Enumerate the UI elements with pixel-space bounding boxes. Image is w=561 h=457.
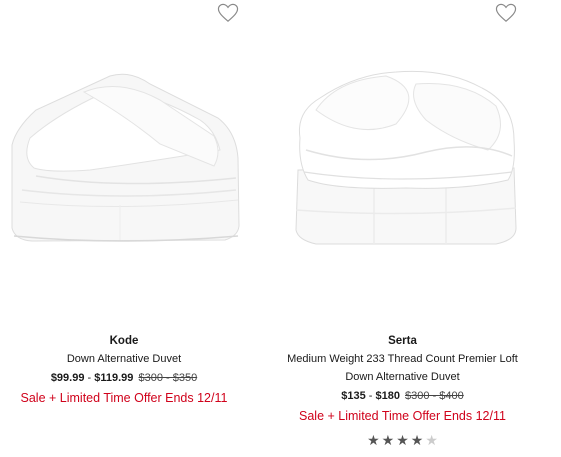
product-grid: Kode Down Alternative Duvet $99.99 - $11… — [0, 0, 561, 457]
product-title-line1[interactable]: Medium Weight 233 Thread Count Premier L… — [276, 350, 529, 368]
duvet-image-serta — [295, 70, 517, 245]
star-icon: ★ — [381, 432, 395, 448]
promo-text: Sale + Limited Time Offer Ends 12/11 — [20, 391, 228, 405]
sale-price-low: $135 — [341, 390, 366, 402]
product-brand[interactable]: Kode — [0, 333, 248, 350]
product-title-line2[interactable]: Down Alternative Duvet — [276, 368, 529, 386]
sale-price-high: $180 — [375, 390, 400, 402]
product-image[interactable] — [276, 40, 529, 280]
duvet-image-kode — [11, 73, 240, 242]
favorite-heart-icon[interactable] — [217, 3, 239, 23]
product-card-kode[interactable]: Kode Down Alternative Duvet $99.99 - $11… — [0, 0, 248, 457]
star-icon: ★ — [410, 432, 424, 448]
sale-price-low: $99.99 — [50, 372, 85, 384]
original-price: $300 - $350 — [138, 372, 198, 384]
product-title[interactable]: Down Alternative Duvet — [0, 350, 248, 368]
price-separator: - — [84, 372, 95, 384]
price-separator: - — [365, 390, 376, 402]
sale-price-high: $119.99 — [94, 372, 134, 384]
product-info: Serta Medium Weight 233 Thread Count Pre… — [276, 333, 529, 448]
promo-text: Sale + Limited Time Offer Ends 12/11 — [299, 409, 506, 423]
product-price: $135 - $180 $300 - $400 — [276, 387, 529, 405]
star-icon: ★ — [396, 432, 409, 448]
product-card-serta[interactable]: Serta Medium Weight 233 Thread Count Pre… — [276, 0, 529, 457]
favorite-heart-icon[interactable] — [495, 3, 517, 23]
star-rating[interactable]: ★ ★ ★ ★ ★ — [276, 432, 529, 448]
original-price: $300 - $400 — [405, 390, 464, 402]
star-empty-icon: ★ — [425, 432, 438, 448]
product-brand[interactable]: Serta — [276, 333, 529, 350]
product-info: Kode Down Alternative Duvet $99.99 - $11… — [0, 333, 248, 408]
star-icon: ★ — [367, 432, 380, 448]
product-image[interactable] — [0, 40, 248, 280]
product-price: $99.99 - $119.99 $300 - $350 — [0, 369, 248, 387]
